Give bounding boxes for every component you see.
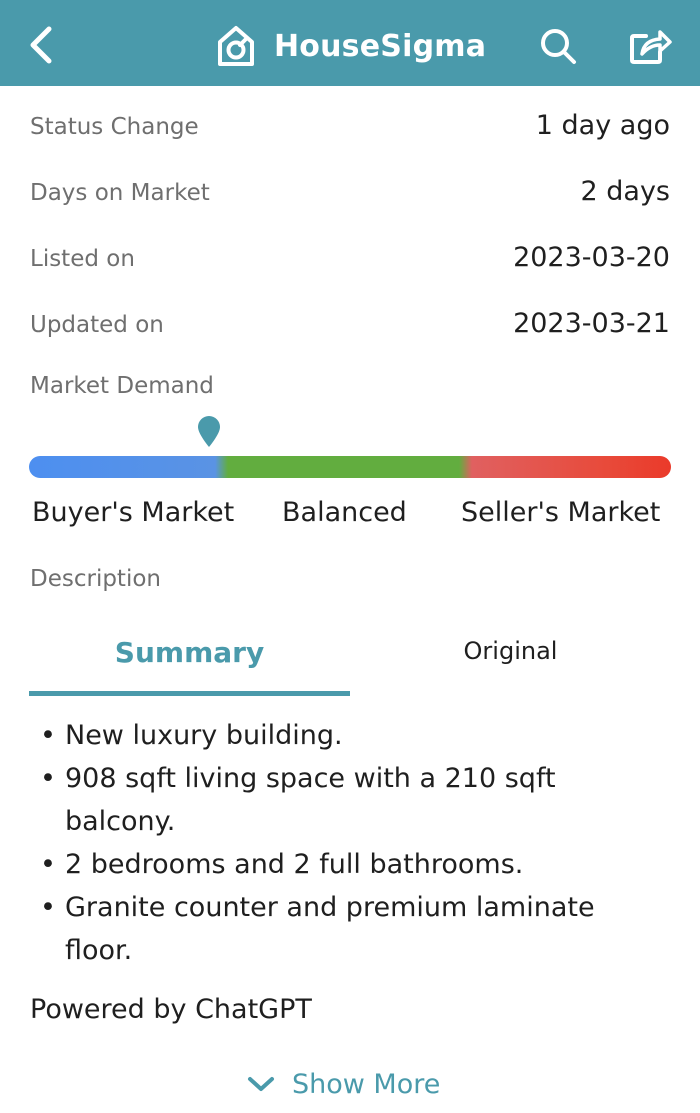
description-title: Description: [30, 566, 161, 592]
detail-value: 1 day ago: [535, 110, 670, 141]
summary-list: New luxury building. 908 sqft living spa…: [40, 714, 670, 972]
tab-original[interactable]: Original: [350, 612, 671, 696]
housesigma-logo: [218, 26, 254, 66]
detail-value: 2023-03-21: [513, 308, 670, 339]
map-pin-icon: [197, 416, 220, 447]
powered-by-text: Powered by ChatGPT: [30, 994, 312, 1025]
detail-label: Status Change: [30, 114, 199, 140]
detail-value: 2 days: [580, 176, 671, 207]
detail-label: Listed on: [30, 246, 135, 272]
share-button[interactable]: [626, 24, 674, 68]
detail-row-listed-on: Listed on 2023-03-20: [30, 242, 670, 273]
description-tabs: Summary Original: [29, 612, 671, 696]
market-demand-labels: Buyer's Market Balanced Seller's Market: [30, 497, 670, 537]
market-demand-bar: [29, 456, 671, 478]
detail-value: 2023-03-20: [513, 242, 670, 273]
detail-label: Updated on: [30, 312, 164, 338]
list-item: 908 sqft living space with a 210 sqft ba…: [40, 757, 670, 843]
search-button[interactable]: [536, 24, 580, 68]
brand-title: HouseSigma: [274, 28, 487, 64]
list-item: 2 bedrooms and 2 full bathrooms.: [40, 843, 670, 886]
list-item: New luxury building.: [40, 714, 670, 757]
search-icon: [541, 29, 576, 64]
detail-label: Days on Market: [30, 180, 210, 206]
buyers-market-label: Buyer's Market: [32, 497, 235, 528]
app-header: HouseSigma: [0, 0, 700, 86]
brand: HouseSigma: [214, 22, 486, 70]
chevron-down-icon: [246, 1072, 276, 1096]
tab-summary[interactable]: Summary: [29, 612, 350, 696]
chevron-left-icon: [30, 26, 52, 64]
balanced-label: Balanced: [282, 497, 407, 528]
market-demand-title: Market Demand: [30, 373, 214, 399]
share-icon: [630, 30, 672, 64]
list-item: Granite counter and premium laminate flo…: [40, 886, 670, 972]
detail-row-status-change: Status Change 1 day ago: [30, 110, 670, 141]
back-button[interactable]: [22, 22, 62, 68]
show-more-button[interactable]: Show More: [246, 1064, 440, 1104]
detail-row-updated-on: Updated on 2023-03-21: [30, 308, 670, 339]
show-more-label: Show More: [292, 1068, 441, 1100]
detail-row-days-on-market: Days on Market 2 days: [30, 176, 670, 207]
sellers-market-label: Seller's Market: [461, 497, 661, 528]
